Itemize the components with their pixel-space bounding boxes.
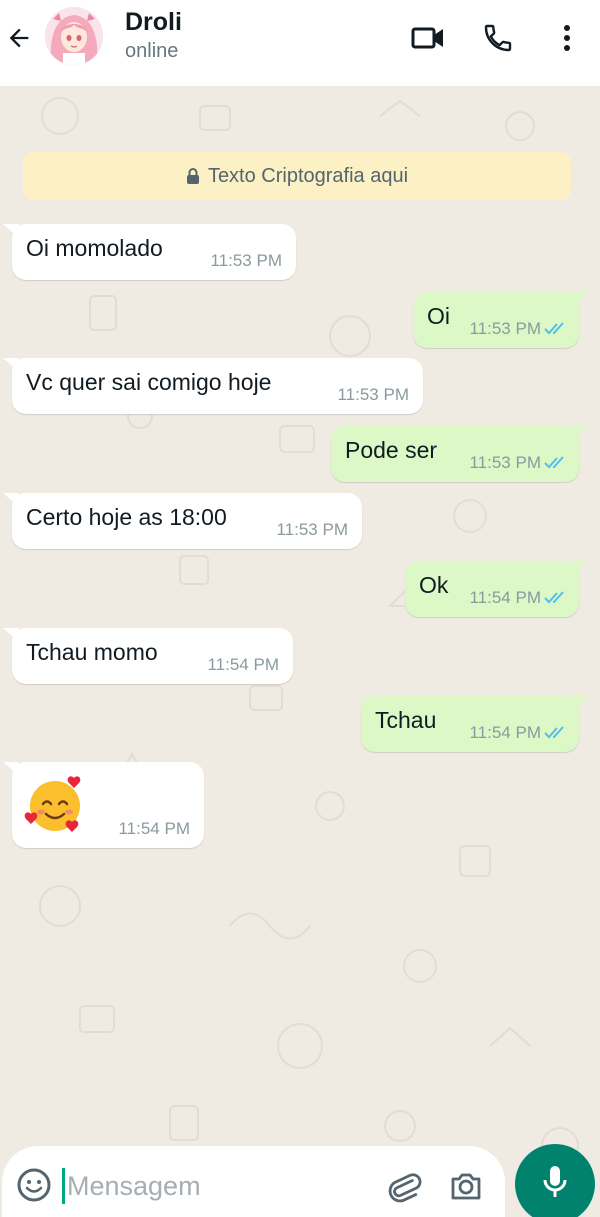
avatar[interactable] bbox=[45, 7, 103, 65]
phone-icon[interactable] bbox=[478, 18, 518, 58]
message-bubble-outgoing[interactable]: Pode ser 11:53 PM bbox=[331, 426, 588, 482]
bubble-tail bbox=[572, 292, 588, 306]
message-bubble-incoming[interactable]: Tchau momo 11:54 PM bbox=[3, 628, 293, 684]
message-bubble-incoming[interactable]: Vc quer sai comigo hoje 11:53 PM bbox=[3, 358, 423, 414]
bubble-tail bbox=[3, 628, 19, 642]
message-text: Certo hoje as 18:00 bbox=[26, 504, 227, 530]
bubble-tail bbox=[3, 762, 19, 776]
bubble-tail bbox=[3, 224, 19, 238]
read-ticks-icon bbox=[544, 322, 564, 335]
read-ticks-icon bbox=[544, 591, 564, 604]
bubble-tail bbox=[572, 561, 588, 575]
message-time: 11:53 PM bbox=[469, 453, 541, 472]
contact-name[interactable]: Droli bbox=[125, 8, 182, 37]
message-time: 11:54 PM bbox=[207, 655, 279, 674]
message-composer bbox=[2, 1146, 505, 1217]
message-time: 11:53 PM bbox=[469, 319, 541, 338]
message-bubble-incoming[interactable]: 🥰 11:54 PM bbox=[3, 762, 204, 848]
emoji-icon[interactable] bbox=[16, 1167, 52, 1203]
microphone-icon bbox=[540, 1164, 570, 1205]
chat-area[interactable]: Texto Criptografia aqui Oi momolado 11:5… bbox=[0, 86, 600, 1217]
message-time: 11:54 PM bbox=[469, 588, 541, 607]
message-time: 11:53 PM bbox=[276, 520, 348, 539]
bubble-tail bbox=[572, 696, 588, 710]
encryption-notice-text: Texto Criptografia aqui bbox=[207, 164, 409, 187]
camera-icon[interactable] bbox=[448, 1168, 484, 1204]
message-text: Tchau bbox=[375, 707, 437, 733]
bubble-tail bbox=[572, 426, 588, 440]
more-vert-icon[interactable] bbox=[552, 18, 582, 58]
video-call-icon[interactable] bbox=[408, 18, 448, 58]
message-time: 11:54 PM bbox=[469, 723, 541, 742]
bubble-tail bbox=[3, 493, 19, 507]
message-bubble-incoming[interactable]: Oi momolado 11:53 PM bbox=[3, 224, 296, 280]
message-bubble-outgoing[interactable]: Tchau 11:54 PM bbox=[361, 696, 588, 752]
message-time: 11:53 PM bbox=[210, 251, 282, 270]
bubble-tail bbox=[3, 358, 19, 372]
message-text: Ok bbox=[419, 572, 449, 598]
message-bubble-outgoing[interactable]: Ok 11:54 PM bbox=[405, 561, 588, 617]
message-text: Tchau momo bbox=[26, 639, 158, 665]
message-time: 11:53 PM bbox=[337, 385, 409, 404]
message-text: Oi momolado bbox=[26, 235, 163, 261]
chat-header: Droli online bbox=[0, 0, 600, 86]
read-ticks-icon bbox=[544, 456, 564, 469]
message-time: 11:54 PM bbox=[118, 819, 190, 838]
smiling-face-with-hearts-icon bbox=[24, 774, 86, 836]
read-ticks-icon bbox=[544, 726, 564, 739]
attachment-icon[interactable] bbox=[386, 1168, 422, 1204]
lock-icon bbox=[186, 167, 200, 185]
microphone-button[interactable] bbox=[515, 1144, 595, 1217]
message-text: Oi bbox=[427, 303, 450, 329]
back-arrow-icon[interactable] bbox=[2, 18, 36, 58]
message-input[interactable] bbox=[62, 1168, 372, 1204]
encryption-notice[interactable]: Texto Criptografia aqui bbox=[23, 152, 571, 200]
message-bubble-outgoing[interactable]: Oi 11:53 PM bbox=[413, 292, 588, 348]
message-text: Pode ser bbox=[345, 437, 438, 463]
contact-status: online bbox=[125, 40, 179, 62]
message-bubble-incoming[interactable]: Certo hoje as 18:00 11:53 PM bbox=[3, 493, 362, 549]
message-text: Vc quer sai comigo hoje bbox=[26, 369, 272, 395]
